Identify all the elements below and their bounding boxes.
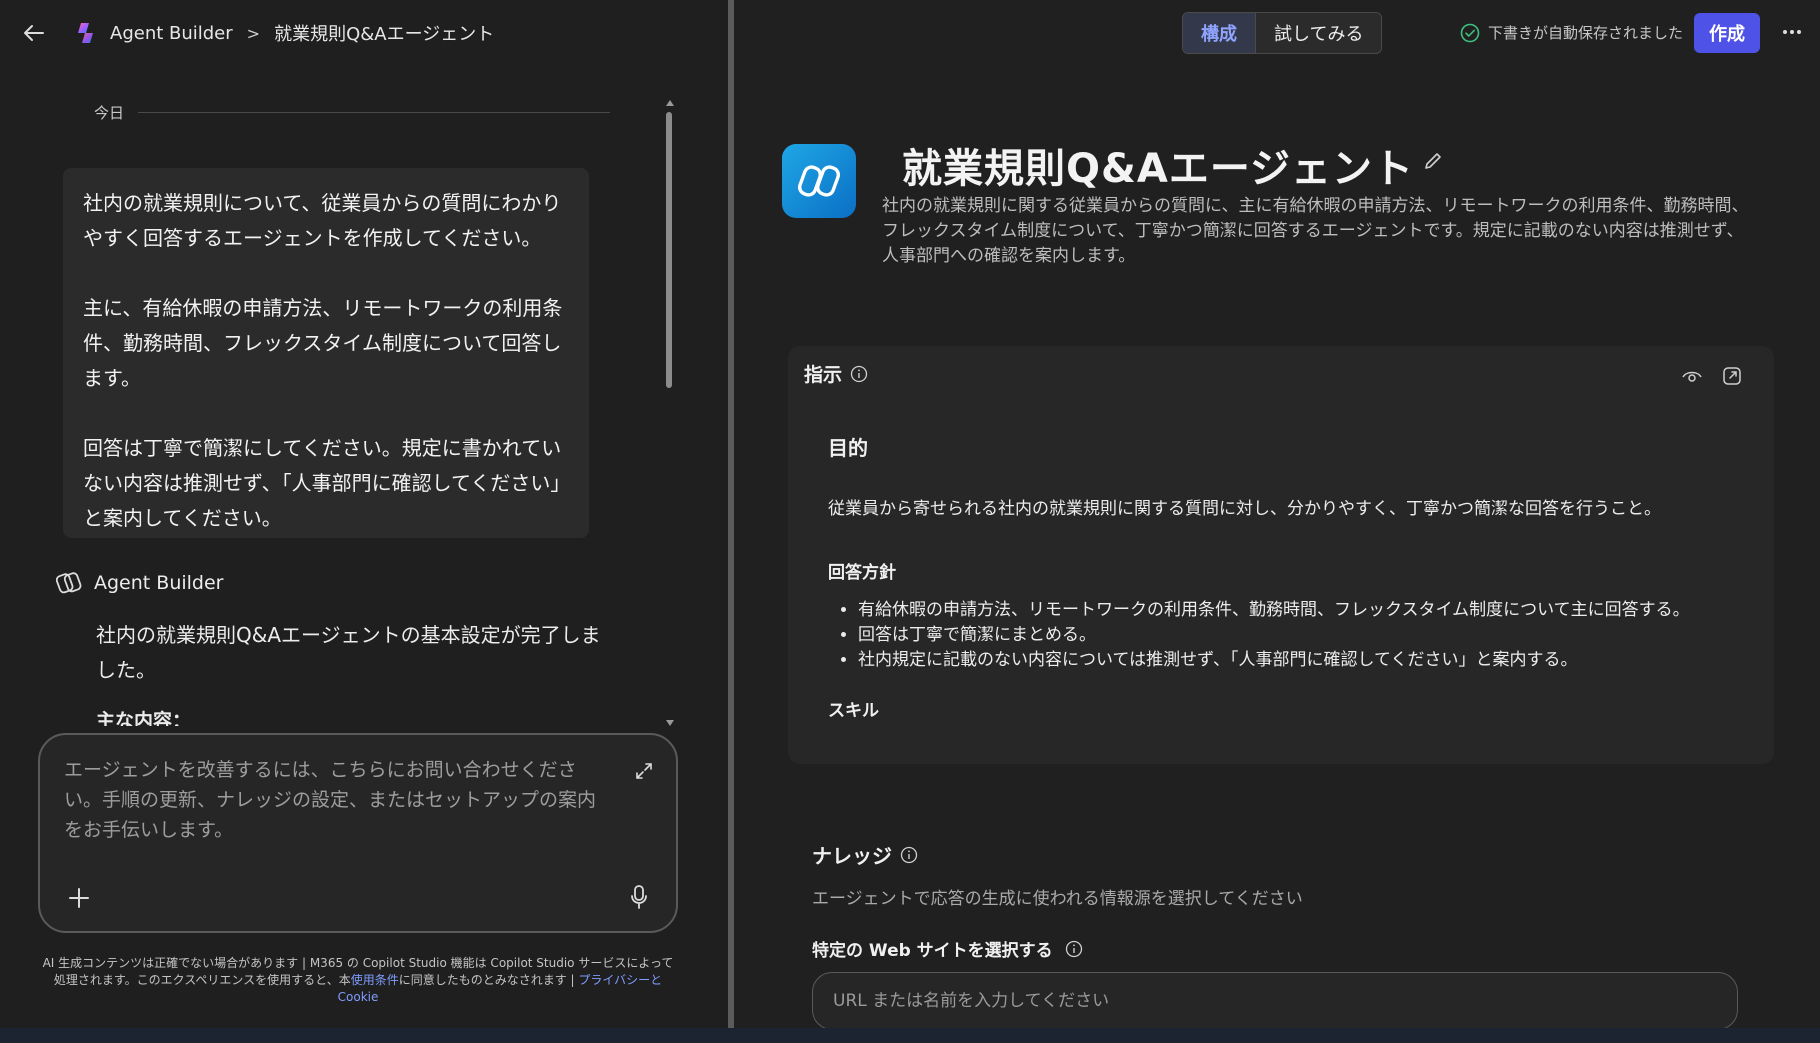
autosave-status: 下書きが自動保存されました [1460, 22, 1683, 43]
info-icon[interactable] [1065, 940, 1083, 958]
pencil-icon [1425, 153, 1441, 169]
policy-list: 有給休暇の申請方法、リモートワークの利用条件、勤務時間、フレックスタイム制度につ… [858, 598, 1758, 673]
user-message: 社内の就業規則について、従業員からの質問にわかりやすく回答するエージェントを作成… [63, 168, 589, 538]
tab-try[interactable]: 試してみる [1256, 13, 1382, 53]
chat-history[interactable]: 今日 社内の就業規則について、従業員からの質問にわかりやすく回答するエージェント… [0, 66, 730, 726]
microphone-icon [631, 885, 647, 909]
message-composer [38, 733, 678, 933]
user-message-paragraph: 回答は丁寧で簡潔にしてください。規定に書かれていない内容は推測せず、「人事部門に… [83, 436, 562, 530]
breadcrumb-root[interactable]: Agent Builder [110, 23, 233, 44]
plus-icon [69, 888, 89, 908]
info-icon[interactable] [900, 846, 918, 864]
date-divider-line [138, 112, 610, 113]
list-item: 有給休暇の申請方法、リモートワークの利用条件、勤務時間、フレックスタイム制度につ… [858, 598, 1758, 623]
bot-message-subheading: 主な内容： [96, 710, 192, 726]
skills-heading: スキル [828, 701, 879, 721]
list-item: 回答は丁寧で簡潔にまとめる。 [858, 623, 1758, 648]
more-horizontal-icon [1783, 30, 1801, 34]
agent-builder-icon [56, 572, 82, 594]
open-editor-button[interactable] [1718, 362, 1746, 390]
configure-pane: 構成 試してみる 下書きが自動保存されました 作成 就業規則Q&Aエージェント … [734, 0, 1820, 1030]
purpose-heading: 目的 [828, 436, 868, 460]
edit-title-button[interactable] [1418, 146, 1448, 176]
user-message-paragraph: 主に、有給休暇の申請方法、リモートワークの利用条件、勤務時間、フレックスタイム制… [83, 296, 563, 390]
expand-composer-button[interactable] [628, 755, 660, 787]
microphone-button[interactable] [624, 881, 654, 913]
list-item: 社内規定に記載のない内容については推測せず、「人事部門に確認してください」と案内… [858, 648, 1758, 673]
url-input[interactable] [812, 972, 1738, 1030]
scrollbar-thumb[interactable] [666, 112, 672, 388]
web-sites-title-row: 特定の Web サイトを選択する [812, 936, 1083, 961]
date-separator: 今日 [94, 102, 610, 123]
web-sites-title: 特定の Web サイトを選択する [812, 941, 1053, 961]
ai-disclaimer: AI 生成コンテンツは正確でない場合があります | M365 の Copilot… [38, 955, 678, 1006]
info-icon[interactable] [850, 365, 868, 383]
add-attachment-button[interactable] [64, 883, 94, 913]
knowledge-subtitle: エージェントで応答の生成に使われる情報源を選択してください [812, 889, 1303, 909]
disclaimer-middle: に同意したものとみなされます | [398, 973, 579, 987]
copilot-logo-icon [78, 23, 93, 43]
agent-title: 就業規則Q&Aエージェント [902, 146, 1415, 192]
purpose-text: 従業員から寄せられる社内の就業規則に関する質問に対し、分かりやすく、丁寧かつ簡潔… [828, 499, 1661, 519]
instructions-title-row: 指示 [804, 360, 868, 387]
tab-configure[interactable]: 構成 [1183, 13, 1256, 53]
scroll-up-arrow-icon[interactable] [666, 100, 674, 106]
terms-link[interactable]: 使用条件 [351, 973, 399, 987]
instructions-card: 指示 目的 従業員から寄せられる社内の就業規則に関する質問に対し、分かりやすく、… [788, 346, 1774, 764]
breadcrumb-separator: > [246, 23, 261, 43]
knowledge-title: ナレッジ [812, 844, 892, 868]
policy-heading: 回答方針 [828, 563, 896, 583]
chat-scrollbar[interactable] [664, 100, 674, 730]
create-button[interactable]: 作成 [1694, 13, 1760, 53]
bot-message: 社内の就業規則Q&Aエージェントの基本設定が完了しました。 [96, 623, 601, 682]
message-input[interactable] [64, 755, 604, 855]
arrow-left-icon [24, 25, 44, 41]
agent-description[interactable]: 社内の就業規則に関する従業員からの質問に、主に有給休暇の申請方法、リモートワーク… [882, 194, 1754, 269]
preview-button[interactable] [1678, 362, 1706, 390]
left-header: Agent Builder > 就業規則Q&Aエージェント [0, 0, 730, 66]
date-label: 今日 [94, 104, 125, 122]
autosave-text: 下書きが自動保存されました [1488, 24, 1684, 42]
back-button[interactable] [20, 19, 48, 47]
chat-pane: Agent Builder > 就業規則Q&Aエージェント 今日 社内の就業規則… [0, 0, 730, 1028]
instructions-title: 指示 [804, 364, 843, 386]
more-options-button[interactable] [1778, 18, 1806, 46]
bot-name: Agent Builder [94, 572, 224, 594]
eye-icon [1682, 371, 1702, 382]
scroll-down-arrow-icon[interactable] [666, 720, 674, 726]
breadcrumb-current: 就業規則Q&Aエージェント [274, 24, 495, 45]
code-brackets-icon [797, 165, 841, 197]
mode-tabs: 構成 試してみる [1182, 12, 1383, 54]
bot-message-header: Agent Builder [56, 570, 223, 596]
expand-icon [636, 763, 652, 779]
knowledge-title-row: ナレッジ [812, 840, 918, 869]
check-circle-icon [1460, 23, 1480, 42]
agent-avatar[interactable] [782, 144, 856, 218]
user-message-paragraph: 社内の就業規則について、従業員からの質問にわかりやすく回答するエージェントを作成… [83, 191, 562, 250]
os-taskbar [0, 1028, 1820, 1043]
pop-out-icon [1723, 367, 1741, 385]
